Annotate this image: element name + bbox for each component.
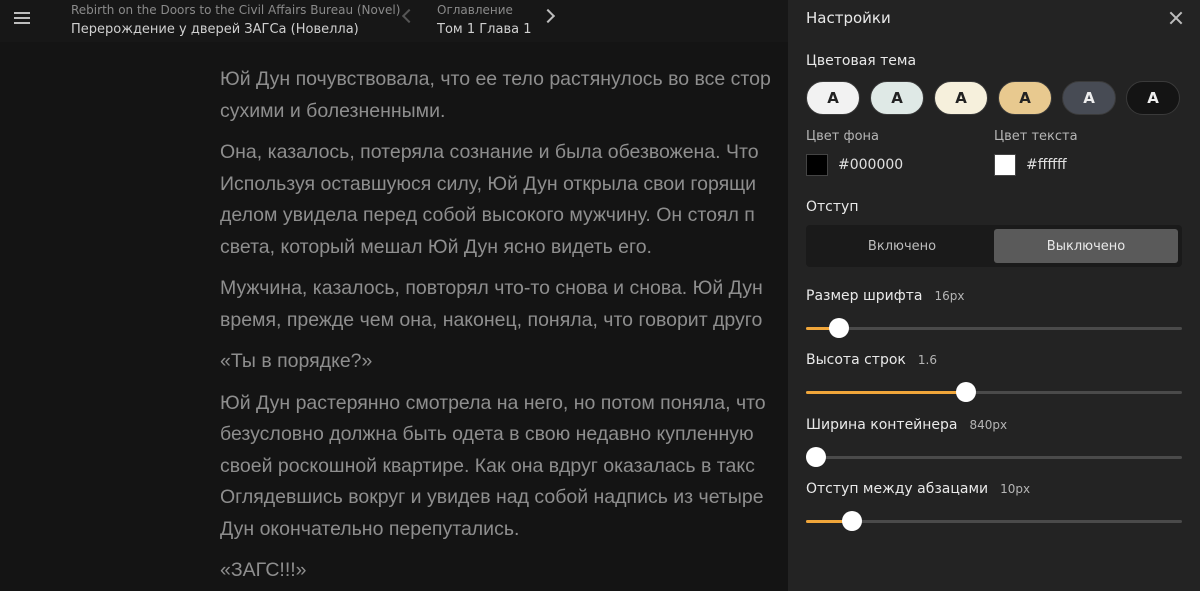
slider-name: Ширина контейнера <box>806 417 958 433</box>
prev-chapter-icon[interactable] <box>401 8 417 24</box>
slider-3[interactable] <box>806 446 1182 468</box>
slider-label: Размер шрифта 16px <box>806 288 964 304</box>
toc-button[interactable]: Оглавление Том 1 Глава 1 <box>437 3 531 40</box>
bg-color-label: Цвет фона <box>806 129 879 144</box>
reader-line: сухими и болезненными. <box>220 99 446 122</box>
reader-line: безусловно должна быть одета в свою неда… <box>220 423 754 445</box>
text-color-value[interactable]: #ffffff <box>1026 157 1067 173</box>
slider-name: Размер шрифта <box>806 288 923 304</box>
slider-track[interactable] <box>806 456 1182 459</box>
slider-value: 10px <box>1000 482 1031 496</box>
text-color-swatch[interactable] <box>994 154 1016 176</box>
book-title-ru: Перерождение у дверей ЗАГСа (Новелла) <box>71 22 359 37</box>
text-color-field: Цвет текста #ffffff <box>994 128 1078 176</box>
slider-4[interactable] <box>806 510 1182 532</box>
reader-line: Используя оставшуюся силу, Юй Дун открыл… <box>220 172 757 195</box>
toc-label: Оглавление <box>437 3 513 17</box>
slider-track[interactable] <box>806 520 1182 523</box>
chapter-label: Том 1 Глава 1 <box>437 22 532 37</box>
indent-toggle: Включено Выключено <box>806 225 1182 267</box>
text-color-label: Цвет текста <box>994 129 1078 144</box>
slider-thumb[interactable] <box>829 318 850 338</box>
bg-color-field: Цвет фона #000000 <box>806 128 903 176</box>
settings-title: Настройки <box>806 9 891 27</box>
reader-line: Юй Дун почувствовала, что ее тело растян… <box>220 68 771 90</box>
indent-off-option[interactable]: Выключено <box>994 229 1178 263</box>
reader-line: время, прежде чем она, наконец, поняла, … <box>220 308 763 331</box>
theme-option-2[interactable]: A <box>870 81 924 115</box>
slider-1[interactable] <box>806 317 1182 339</box>
reader-line: Она, казалось, потеряла сознание и была … <box>220 141 759 163</box>
theme-option-3[interactable]: A <box>934 81 988 115</box>
reader-line: Оглядевшись вокруг и увидев над собой на… <box>220 486 764 508</box>
reader-line: «ЗАГС!!!» <box>220 559 307 581</box>
top-bar: Rebirth on the Doors to the Civil Affair… <box>0 0 788 42</box>
reader-line: делом увидела перед собой высокого мужчи… <box>220 204 755 226</box>
slider-thumb[interactable] <box>956 382 977 402</box>
slider-thumb[interactable] <box>806 447 826 467</box>
theme-label: Цветовая тема <box>806 53 917 69</box>
book-title-block[interactable]: Rebirth on the Doors to the Civil Affair… <box>71 3 400 40</box>
reader-line: своей роскошной квартире. Как она вдруг … <box>220 454 755 477</box>
reader-line: Юй Дун растерянно смотрела на него, но п… <box>220 391 766 414</box>
slider-track[interactable] <box>806 327 1182 330</box>
reader-line: Мужчина, казалось, повторял что-то снова… <box>220 277 763 299</box>
slider-2[interactable] <box>806 381 1182 403</box>
indent-label: Отступ <box>806 199 859 215</box>
slider-fill <box>806 391 967 394</box>
reader-line: Дун окончательно перепутались. <box>220 517 520 540</box>
theme-option-5[interactable]: A <box>1062 81 1116 115</box>
menu-icon[interactable] <box>14 12 30 26</box>
slider-label: Ширина контейнера 840px <box>806 417 1007 433</box>
close-icon[interactable] <box>1168 10 1184 26</box>
theme-option-4[interactable]: A <box>998 81 1052 115</box>
reader-line: «Ты в порядке?» <box>220 350 373 372</box>
slider-value: 1.6 <box>917 353 937 367</box>
next-chapter-icon[interactable] <box>540 8 556 24</box>
theme-option-1[interactable]: A <box>806 81 860 115</box>
theme-picker: AAAAAA <box>806 81 1180 115</box>
slider-value: 840px <box>969 418 1008 432</box>
settings-panel: Настройки Цветовая тема AAAAAA Цвет фона… <box>788 0 1200 591</box>
bg-color-swatch[interactable] <box>806 154 828 176</box>
book-title-en: Rebirth on the Doors to the Civil Affair… <box>71 3 401 17</box>
theme-option-6[interactable]: A <box>1126 81 1180 115</box>
slider-thumb[interactable] <box>841 511 862 531</box>
indent-on-option[interactable]: Включено <box>810 229 994 263</box>
reader-content: Юй Дун почувствовала, что ее тело растян… <box>220 64 860 591</box>
slider-label: Отступ между абзацами 10px <box>806 481 1030 497</box>
slider-name: Высота строк <box>806 352 906 368</box>
slider-name: Отступ между абзацами <box>806 481 989 497</box>
slider-value: 16px <box>934 289 965 303</box>
slider-label: Высота строк 1.6 <box>806 352 937 368</box>
bg-color-value[interactable]: #000000 <box>838 157 903 173</box>
reader-line: света, который мешал Юй Дун ясно видеть … <box>220 235 652 258</box>
